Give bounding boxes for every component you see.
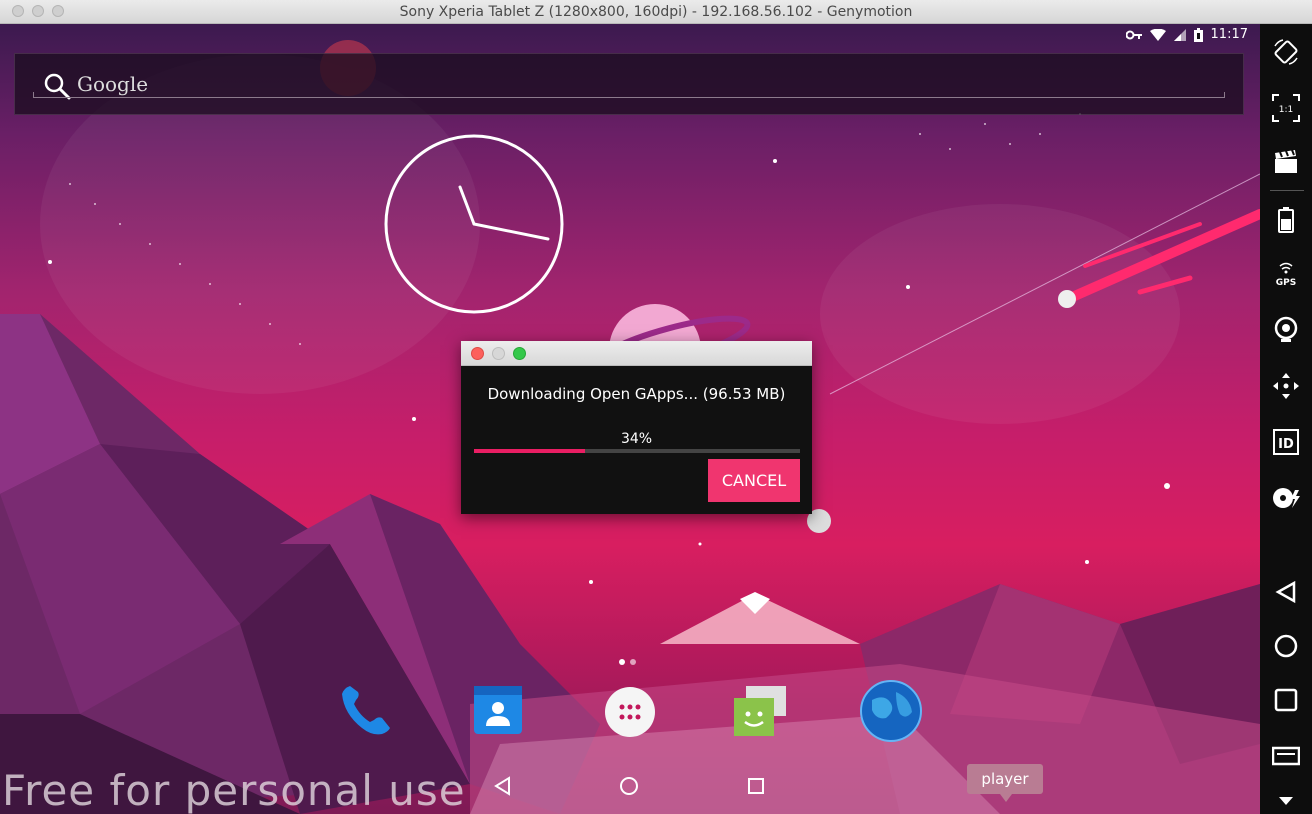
gps-label: GPS [1276,278,1296,288]
battery-icon [1278,207,1294,233]
home-icon [1274,634,1298,658]
dialog-title-bar [461,341,812,366]
toolbar-back-button[interactable] [1260,572,1312,612]
gps-button[interactable]: GPS [1260,254,1312,294]
rotate-button[interactable] [1260,32,1312,72]
back-icon [1275,580,1296,604]
messenger-app-icon[interactable] [730,684,790,742]
screencast-button[interactable] [1260,142,1312,182]
device-id-icon: ID [1273,429,1299,455]
browser-app-icon[interactable] [860,680,922,742]
clock-hour-hand [458,185,476,226]
status-time: 11:17 [1210,27,1248,42]
device-id-label: ID [1278,437,1294,452]
screencast-icon [1275,149,1297,173]
search-icon [43,72,71,105]
recents-icon [1274,688,1298,712]
scale-1to1-icon: 1:1 [1272,94,1300,122]
window-zoom-button[interactable] [52,5,64,17]
window-controls [12,5,64,17]
download-progress-bar [474,449,800,453]
dialog-body: Downloading Open GApps... (96.53 MB) 34%… [461,366,812,514]
window-title: Sony Xperia Tablet Z (1280x800, 160dpi) … [399,3,913,20]
search-label: Google [77,72,149,96]
download-message: Downloading Open GApps... (96.53 MB) [487,385,786,403]
nav-back-icon[interactable] [493,776,513,796]
disk-io-button[interactable] [1260,478,1312,518]
player-tooltip: player [967,764,1043,802]
signal-icon [1173,28,1186,41]
window-close-button[interactable] [12,5,24,17]
nav-home-icon[interactable] [619,776,639,796]
google-search-bar[interactable]: Google [14,53,1244,115]
status-bar: 11:17 [1125,27,1248,42]
analog-clock-widget[interactable] [382,132,566,316]
webcam-button[interactable] [1260,310,1312,350]
disk-io-icon [1273,488,1300,508]
clock-minute-hand [472,222,550,241]
webcam-icon [1274,316,1298,342]
battery-icon [1193,27,1203,42]
battery-button[interactable] [1260,200,1312,240]
vpn-key-icon [1125,30,1142,39]
genymotion-toolbar: 1:1 GPS ID [1260,24,1312,814]
page-dot [630,659,636,665]
window-title-bar: Sony Xperia Tablet Z (1280x800, 160dpi) … [0,0,1312,24]
search-underline [33,92,1225,98]
all-apps-icon[interactable] [604,686,656,738]
toolbar-divider [1270,190,1304,191]
page-indicator [619,659,636,665]
scale-label: 1:1 [1279,105,1293,115]
dialog-minimize-button [492,346,505,360]
dialog-zoom-button[interactable] [513,346,526,360]
download-percent: 34% [620,431,653,447]
remote-control-icon [1273,373,1299,399]
window-minimize-button[interactable] [32,5,44,17]
watermark-text: Free for personal use [2,766,466,814]
remote-control-button[interactable] [1260,366,1312,406]
toolbar-more-button[interactable] [1260,780,1312,814]
page-dot-active [619,659,625,665]
toolbar-home-button[interactable] [1260,626,1312,666]
device-id-button[interactable]: ID [1260,422,1312,462]
download-progress-fill [474,449,585,453]
toolbar-menu-button[interactable] [1260,736,1312,776]
nav-recents-icon[interactable] [746,776,766,796]
phone-app-icon[interactable] [336,680,400,740]
contacts-app-icon[interactable] [470,684,526,736]
dialog-close-button[interactable] [471,346,484,360]
gps-icon: GPS [1276,262,1296,288]
scale-button[interactable]: 1:1 [1260,88,1312,128]
rotate-icon [1274,39,1298,65]
cancel-button[interactable]: CANCEL [708,459,800,502]
more-icon [1279,797,1293,805]
download-dialog: Downloading Open GApps... (96.53 MB) 34%… [461,341,812,514]
wifi-icon [1149,28,1166,41]
toolbar-recents-button[interactable] [1260,680,1312,720]
menu-icon [1272,746,1300,766]
